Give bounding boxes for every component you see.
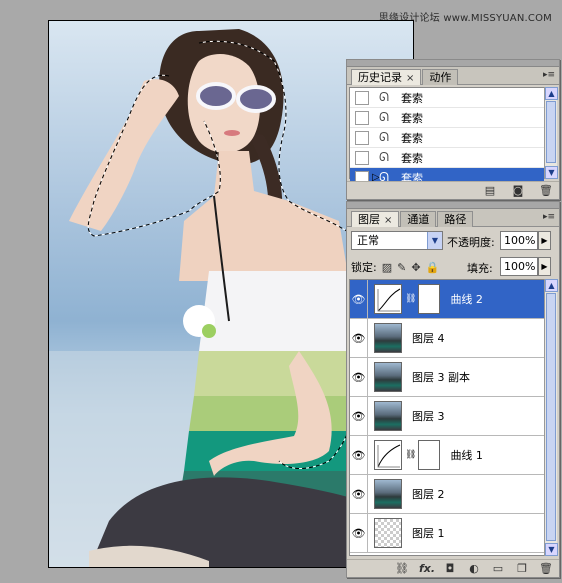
eye-icon[interactable]: 👁	[350, 435, 368, 475]
opacity-field[interactable]: 100%	[500, 231, 538, 250]
layers-panel: 图层 × 通道 路径 ▸≡ 正常 ▼ 不透明度: 100% ▶ 锁定: ▨ ✎ ✥…	[346, 201, 560, 578]
new-layer-icon[interactable]: ❐	[515, 562, 529, 575]
lock-image-pixels-icon[interactable]: ✎	[397, 261, 406, 274]
lasso-icon: ᘏ	[379, 150, 389, 164]
lock-position-icon[interactable]: ✥	[411, 261, 420, 274]
close-icon[interactable]: ×	[406, 73, 414, 84]
layer-row-curves-2[interactable]: 👁 ⛓ 曲线 2	[350, 280, 545, 319]
history-state[interactable]: ᘏ 套索	[350, 108, 544, 128]
history-panel-footer: ▤ ◙ 🗑	[347, 181, 559, 199]
chevron-down-icon[interactable]: ▼	[427, 232, 442, 249]
add-mask-icon[interactable]: ◘	[443, 562, 457, 575]
scroll-down-icon[interactable]: ▼	[545, 166, 558, 179]
fill-slider-arrow-icon[interactable]: ▶	[538, 257, 551, 276]
history-state[interactable]: ᘏ 套索	[350, 128, 544, 148]
tab-layers[interactable]: 图层 ×	[351, 211, 400, 227]
fill-label: 填充:	[467, 262, 493, 275]
eye-icon[interactable]: 👁	[350, 280, 368, 319]
history-state[interactable]: ᘏ 套索	[350, 148, 544, 168]
layer-options-bar: 正常 ▼ 不透明度: 100% ▶ 锁定: ▨ ✎ ✥ 🔒 填充: 100% ▶	[347, 229, 559, 277]
lasso-icon: ᘏ	[379, 90, 389, 104]
fill-field[interactable]: 100%	[500, 257, 538, 276]
lock-label: 锁定:	[351, 261, 377, 274]
blend-mode-select[interactable]: 正常 ▼	[351, 231, 443, 250]
chain-link-icon[interactable]: ⛓	[405, 294, 416, 304]
tab-history[interactable]: 历史记录 ×	[351, 69, 422, 85]
lock-all-icon[interactable]: 🔒	[426, 261, 440, 274]
layer-name[interactable]: 图层 3 副本	[412, 369, 470, 385]
chain-link-icon[interactable]: ⛓	[405, 450, 416, 460]
layer-name[interactable]: 图层 1	[412, 525, 445, 541]
lasso-icon: ᘏ	[379, 110, 389, 124]
eye-icon[interactable]: 👁	[350, 396, 368, 436]
layer-list: 👁 ⛓ 曲线 2 👁 图层 4 👁 图层 3 副本 👁 图层 3 👁 ⛓ 曲线 …	[349, 279, 546, 556]
layer-name[interactable]: 图层 3	[412, 408, 445, 424]
history-panel-titlebar[interactable]	[347, 60, 559, 67]
layer-mask-thumbnail[interactable]	[418, 284, 441, 314]
history-panel: 历史记录 × 动作 ▸≡ ᘏ 套索 ᘏ 套索 ᘏ 套索 ᘏ 套索 ▷ ᘏ 套索 …	[346, 59, 560, 200]
layer-mask-thumbnail[interactable]	[418, 440, 441, 470]
new-group-icon[interactable]: ▭	[491, 562, 505, 575]
eye-icon[interactable]: 👁	[350, 357, 368, 397]
curves-adjustment-icon	[374, 284, 402, 314]
tab-paths[interactable]: 路径	[437, 211, 474, 227]
history-scrollbar[interactable]: ▲ ▼	[544, 87, 558, 179]
eye-icon[interactable]: 👁	[350, 474, 368, 514]
layer-name[interactable]: 图层 2	[412, 486, 445, 502]
layer-row-layer-2[interactable]: 👁 图层 2	[350, 474, 545, 514]
history-panel-tabs: 历史记录 × 动作 ▸≡	[347, 67, 559, 85]
close-icon[interactable]: ×	[384, 215, 392, 226]
layer-name[interactable]: 图层 4	[412, 330, 445, 346]
layers-scrollbar[interactable]: ▲ ▼	[544, 279, 558, 556]
history-state-list: ᘏ 套索 ᘏ 套索 ᘏ 套索 ᘏ 套索 ▷ ᘏ 套索	[349, 87, 545, 188]
history-brush-source-box[interactable]	[355, 130, 369, 145]
fx-icon[interactable]: fx.	[419, 562, 435, 575]
scrollbar-thumb[interactable]	[546, 101, 556, 163]
tab-channels[interactable]: 通道	[400, 211, 437, 227]
layers-panel-tabs: 图层 × 通道 路径 ▸≡	[347, 209, 559, 227]
lasso-icon: ᘏ	[379, 130, 389, 144]
curves-adjustment-icon	[374, 440, 402, 470]
layer-row-curves-1[interactable]: 👁 ⛓ 曲线 1	[350, 435, 545, 475]
scroll-up-icon[interactable]: ▲	[545, 279, 558, 292]
history-state[interactable]: ᘏ 套索	[350, 88, 544, 108]
layer-row-layer-4[interactable]: 👁 图层 4	[350, 318, 545, 358]
scroll-down-icon[interactable]: ▼	[545, 543, 558, 556]
layer-name[interactable]: 曲线 1	[450, 447, 483, 463]
snapshot-camera-icon[interactable]: ◙	[511, 184, 525, 197]
panel-menu-icon[interactable]: ▸≡	[543, 212, 555, 222]
tab-actions[interactable]: 动作	[422, 69, 459, 85]
layer-row-layer-1[interactable]: 👁 图层 1	[350, 513, 545, 553]
layer-thumbnail	[374, 479, 402, 509]
scrollbar-thumb[interactable]	[546, 293, 556, 541]
layer-name[interactable]: 曲线 2	[450, 291, 483, 307]
layer-thumbnail	[374, 362, 402, 392]
history-brush-source-box[interactable]	[355, 110, 369, 125]
link-layers-icon[interactable]: ⛓	[395, 562, 409, 575]
opacity-slider-arrow-icon[interactable]: ▶	[538, 231, 551, 250]
layer-thumbnail	[374, 518, 402, 548]
layers-panel-footer: ⛓ fx. ◘ ◐ ▭ ❐ 🗑	[347, 559, 559, 577]
opacity-label: 不透明度:	[447, 236, 495, 249]
panel-menu-icon[interactable]: ▸≡	[543, 70, 555, 80]
history-brush-source-box[interactable]	[355, 90, 369, 105]
trash-icon[interactable]: 🗑	[539, 184, 553, 197]
layer-row-layer-3-copy[interactable]: 👁 图层 3 副本	[350, 357, 545, 397]
eye-icon[interactable]: 👁	[350, 513, 368, 553]
layer-row-layer-3[interactable]: 👁 图层 3	[350, 396, 545, 436]
lock-transparency-icon[interactable]: ▨	[382, 261, 392, 274]
scroll-up-icon[interactable]: ▲	[545, 87, 558, 100]
layers-panel-titlebar[interactable]	[347, 202, 559, 209]
layer-thumbnail	[374, 401, 402, 431]
eye-icon[interactable]: 👁	[350, 318, 368, 358]
adjustment-layer-icon[interactable]: ◐	[467, 562, 481, 575]
trash-icon[interactable]: 🗑	[539, 562, 553, 575]
history-brush-source-box[interactable]	[355, 150, 369, 165]
new-document-from-state-icon[interactable]: ▤	[483, 184, 497, 197]
lock-row: 锁定: ▨ ✎ ✥ 🔒	[351, 259, 439, 275]
layer-thumbnail	[374, 323, 402, 353]
